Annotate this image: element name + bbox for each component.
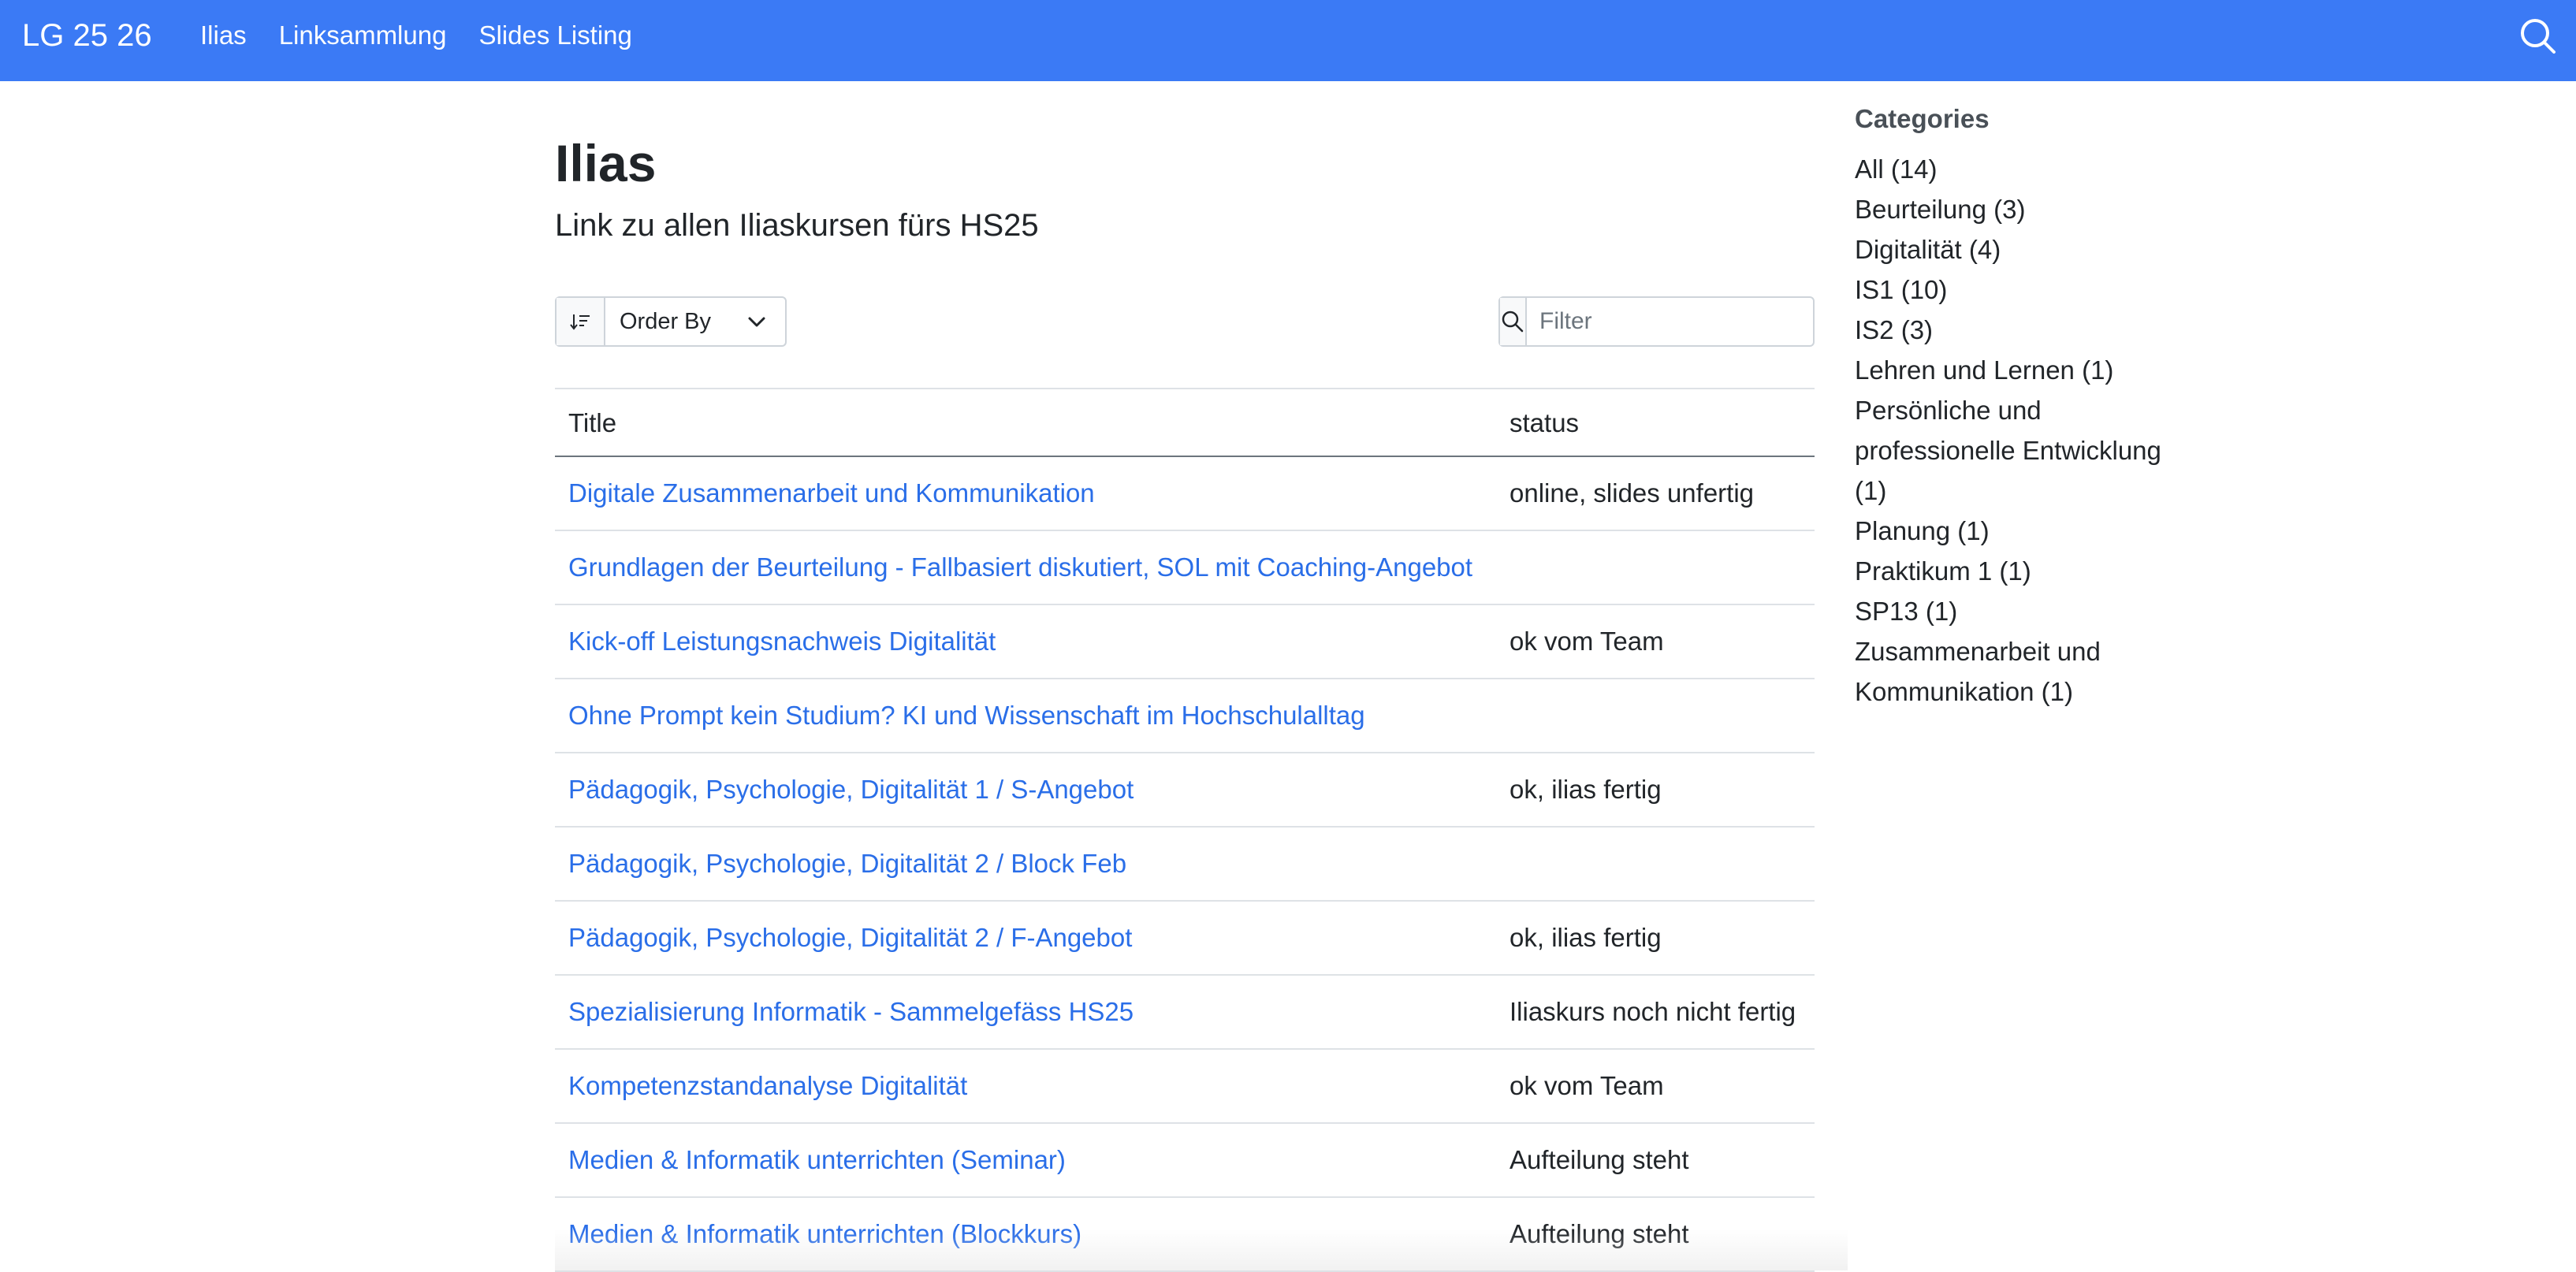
category-link-praktikum-1[interactable]: Praktikum 1 (1)	[1855, 556, 2031, 586]
course-link[interactable]: Grundlagen der Beurteilung - Fallbasiert…	[568, 552, 1472, 582]
category-item: Praktikum 1 (1)	[1855, 551, 2186, 591]
order-by-select[interactable]: Order By	[605, 298, 785, 345]
table-row: Spezialisierung Informatik - Sammelgefäs…	[555, 975, 1815, 1050]
page-title: Ilias	[555, 134, 657, 192]
title-cell: Medien & Informatik unterrichten (Semina…	[555, 1123, 1496, 1198]
course-link[interactable]: Medien & Informatik unterrichten (Semina…	[568, 1145, 1066, 1174]
category-item: Planung (1)	[1855, 511, 2186, 551]
table-row: Ohne Prompt kein Studium? KI und Wissens…	[555, 679, 1815, 753]
search-icon	[1500, 298, 1527, 345]
category-link-planung[interactable]: Planung (1)	[1855, 516, 1990, 545]
search-icon[interactable]	[2516, 14, 2560, 58]
category-link-persoenliche-entwicklung[interactable]: Persönliche und professionelle Entwicklu…	[1855, 396, 2161, 505]
table-row: Pädagogik, Psychologie, Digitalität 2 / …	[555, 827, 1815, 902]
course-link[interactable]: Pädagogik, Psychologie, Digitalität 2 / …	[568, 849, 1126, 878]
chevron-down-icon	[747, 309, 766, 335]
categories-heading: Categories	[1855, 104, 1990, 133]
category-link-digitalitaet[interactable]: Digitalität (4)	[1855, 235, 2001, 264]
course-link[interactable]: Ohne Prompt kein Studium? KI und Wissens…	[568, 701, 1365, 730]
listing-table: Title status Digitale Zusammenarbeit und…	[555, 388, 1815, 1272]
course-link[interactable]: Spezialisierung Informatik - Sammelgefäs…	[568, 997, 1134, 1026]
title-cell: Medien & Informatik unterrichten (Blockk…	[555, 1197, 1496, 1272]
sort-icon[interactable]	[557, 298, 605, 345]
title-cell: Pädagogik, Psychologie, Digitalität 1 / …	[555, 753, 1496, 828]
title-cell: Digitale Zusammenarbeit und Kommunikatio…	[555, 456, 1496, 531]
status-cell	[1496, 679, 1815, 753]
category-item: Zusammenarbeit und Kommunikation (1)	[1855, 631, 2186, 712]
column-header-title[interactable]: Title	[555, 388, 1496, 457]
category-list: All (14) Beurteilung (3) Digitalität (4)…	[1855, 149, 2186, 712]
category-item: Digitalität (4)	[1855, 229, 2186, 270]
page-subtitle: Link zu allen Iliaskursen fürs HS25	[555, 208, 1039, 243]
course-link[interactable]: Kick-off Leistungsnachweis Digitalität	[568, 627, 996, 656]
category-item: IS1 (10)	[1855, 270, 2186, 310]
nav-link-ilias[interactable]: Ilias	[200, 20, 247, 50]
table-row: Pädagogik, Psychologie, Digitalität 1 / …	[555, 753, 1815, 828]
nav-link-linksammlung[interactable]: Linksammlung	[279, 20, 447, 50]
category-link-all[interactable]: All (14)	[1855, 154, 1938, 184]
category-link-zusammenarbeit[interactable]: Zusammenarbeit und Kommunikation (1)	[1855, 637, 2101, 706]
category-item: All (14)	[1855, 149, 2186, 189]
brand-link[interactable]: LG 25 26	[22, 0, 152, 71]
status-cell: ok, ilias fertig	[1496, 901, 1815, 976]
nav-link-slides-listing[interactable]: Slides Listing	[478, 20, 631, 50]
status-cell	[1496, 827, 1815, 902]
title-cell: Grundlagen der Beurteilung - Fallbasiert…	[555, 530, 1496, 605]
title-cell: Spezialisierung Informatik - Sammelgefäs…	[555, 975, 1496, 1050]
filter-input[interactable]	[1527, 298, 1856, 345]
status-cell: Aufteilung steht	[1496, 1197, 1815, 1272]
table-row: Grundlagen der Beurteilung - Fallbasiert…	[555, 530, 1815, 605]
table-row: Digitale Zusammenarbeit und Kommunikatio…	[555, 456, 1815, 531]
filter-group	[1498, 296, 1856, 347]
status-cell: Aufteilung steht	[1496, 1123, 1815, 1198]
order-by-label: Order By	[620, 308, 712, 334]
category-link-is1[interactable]: IS1 (10)	[1855, 275, 1947, 304]
course-link[interactable]: Medien & Informatik unterrichten (Blockk…	[568, 1219, 1081, 1248]
category-link-lehren-und-lernen[interactable]: Lehren und Lernen (1)	[1855, 355, 2113, 385]
order-by-control[interactable]: Order By	[555, 296, 787, 347]
category-item: SP13 (1)	[1855, 591, 2186, 631]
status-cell	[1496, 530, 1815, 605]
course-link[interactable]: Pädagogik, Psychologie, Digitalität 1 / …	[568, 775, 1134, 804]
title-cell: Kompetenzstandanalyse Digitalität	[555, 1049, 1496, 1124]
category-link-sp13[interactable]: SP13 (1)	[1855, 597, 1957, 626]
status-cell: ok vom Team	[1496, 604, 1815, 679]
category-link-beurteilung[interactable]: Beurteilung (3)	[1855, 195, 2025, 224]
status-cell: ok, ilias fertig	[1496, 753, 1815, 828]
course-link[interactable]: Digitale Zusammenarbeit und Kommunikatio…	[568, 478, 1095, 508]
title-cell: Pädagogik, Psychologie, Digitalität 2 / …	[555, 901, 1496, 976]
category-item: Persönliche und professionelle Entwicklu…	[1855, 390, 2186, 511]
title-cell: Kick-off Leistungsnachweis Digitalität	[555, 604, 1496, 679]
category-item: Beurteilung (3)	[1855, 189, 2186, 229]
column-header-status[interactable]: status	[1496, 388, 1815, 457]
table-row: Medien & Informatik unterrichten (Semina…	[555, 1123, 1815, 1198]
category-link-is2[interactable]: IS2 (3)	[1855, 315, 1933, 344]
top-navbar: LG 25 26 Ilias Linksammlung Slides Listi…	[0, 0, 2576, 81]
title-cell: Pädagogik, Psychologie, Digitalität 2 / …	[555, 827, 1496, 902]
table-row: Kick-off Leistungsnachweis Digitalität o…	[555, 604, 1815, 679]
status-cell: Iliaskurs noch nicht fertig	[1496, 975, 1815, 1050]
nav-links: Ilias Linksammlung Slides Listing	[200, 0, 664, 71]
status-cell: ok vom Team	[1496, 1049, 1815, 1124]
category-item: IS2 (3)	[1855, 310, 2186, 350]
course-link[interactable]: Pädagogik, Psychologie, Digitalität 2 / …	[568, 923, 1132, 952]
table-header-row: Title status	[555, 388, 1815, 457]
status-cell: online, slides unfertig	[1496, 456, 1815, 531]
table-row: Medien & Informatik unterrichten (Blockk…	[555, 1197, 1815, 1272]
table-row: Pädagogik, Psychologie, Digitalität 2 / …	[555, 901, 1815, 976]
title-cell: Ohne Prompt kein Studium? KI und Wissens…	[555, 679, 1496, 753]
category-item: Lehren und Lernen (1)	[1855, 350, 2186, 390]
table-row: Kompetenzstandanalyse Digitalität ok vom…	[555, 1049, 1815, 1124]
course-link[interactable]: Kompetenzstandanalyse Digitalität	[568, 1071, 967, 1100]
